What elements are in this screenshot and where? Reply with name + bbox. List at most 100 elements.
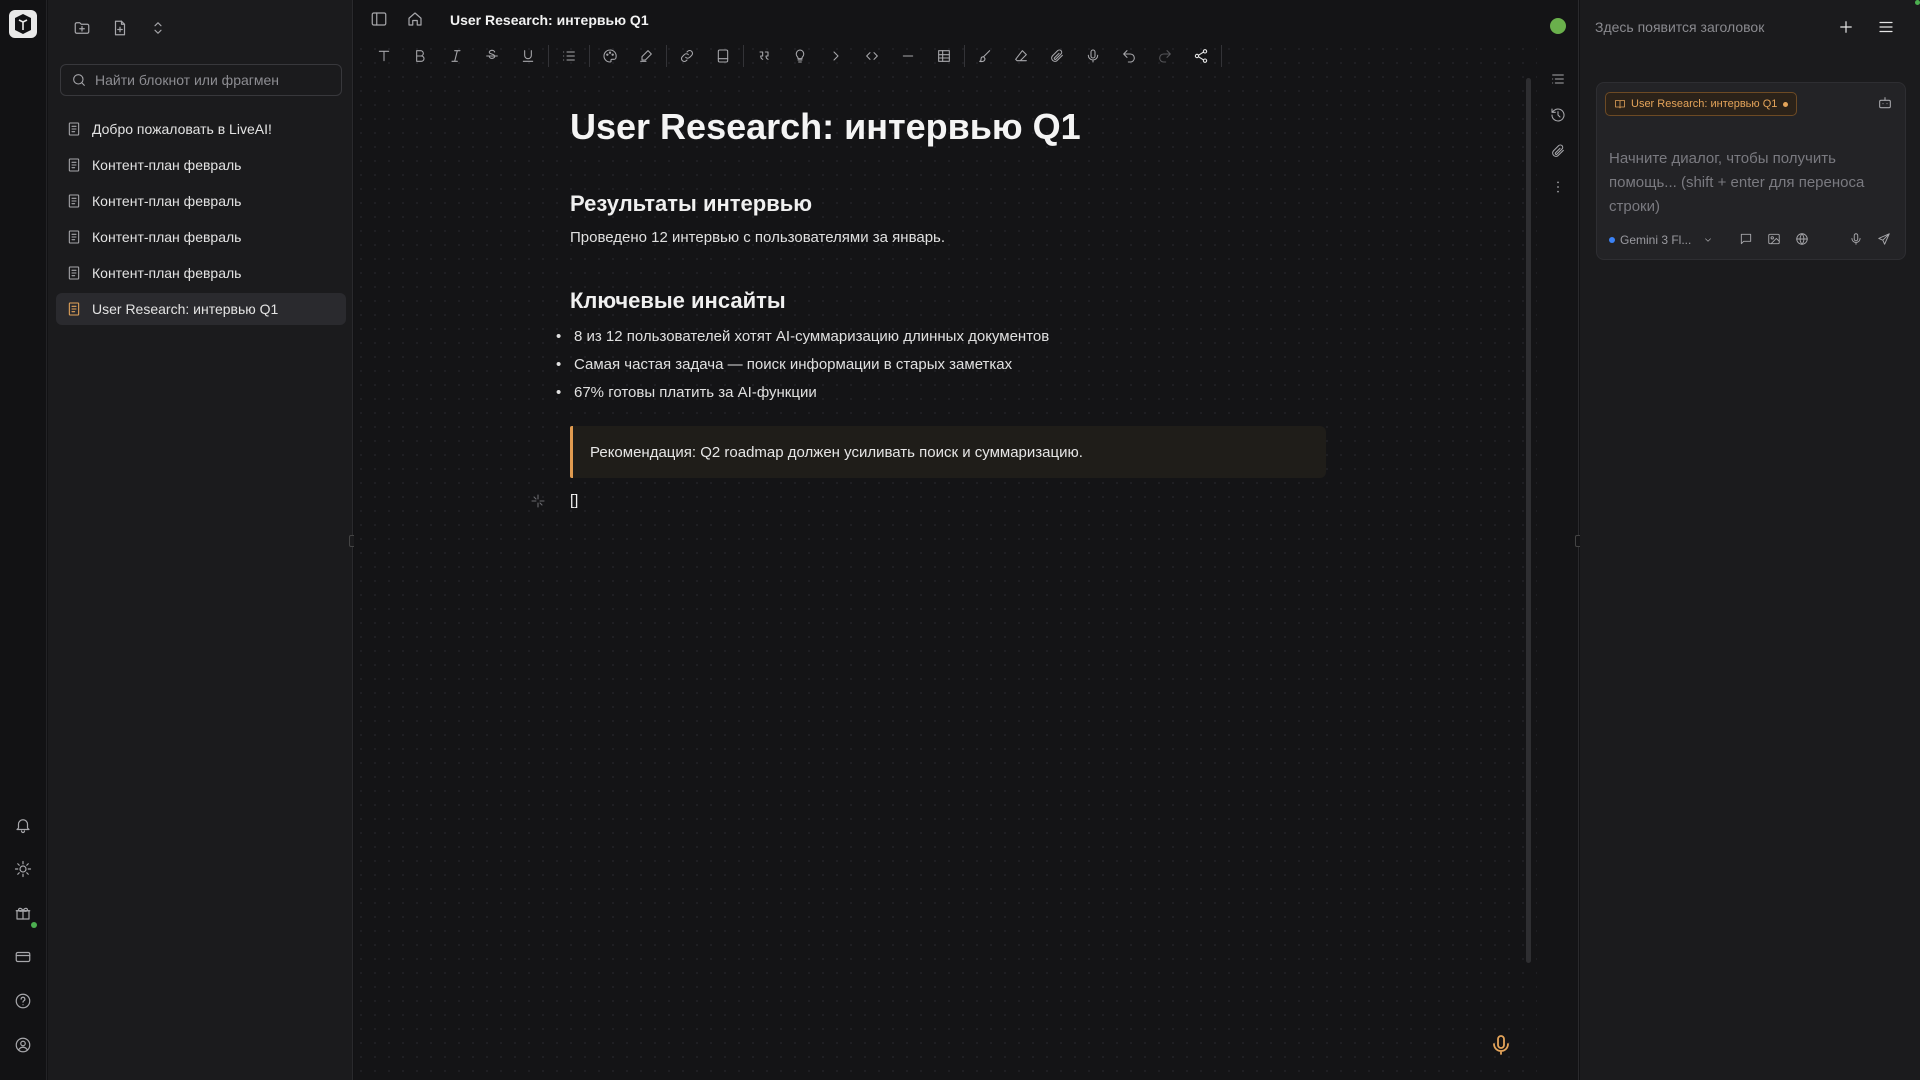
card-icon[interactable]	[11, 945, 35, 969]
send-icon[interactable]	[1873, 228, 1895, 250]
sun-icon[interactable]	[11, 857, 35, 881]
document-body[interactable]: User Research: интервью Q1 Результаты ин…	[531, 106, 1330, 509]
globe-icon[interactable]	[1791, 228, 1813, 250]
microphone-icon[interactable]	[1075, 44, 1111, 68]
redo-icon[interactable]	[1147, 44, 1183, 68]
share-icon[interactable]	[1183, 44, 1219, 68]
new-chat-icon[interactable]	[1837, 18, 1855, 36]
toolbar-divider	[1221, 45, 1222, 67]
model-label: Gemini 3 Fl...	[1620, 233, 1692, 247]
strikethrough-icon[interactable]	[474, 44, 510, 68]
chat-input[interactable]: Начните диалог, чтобы получить помощь...…	[1609, 147, 1894, 219]
editor-pane: User Research: интервью Q1 User Research…	[354, 0, 1537, 1080]
chat-title-placeholder: Здесь появится заголовок	[1595, 19, 1765, 35]
note-item[interactable]: Контент-план февраль	[56, 257, 346, 289]
undo-icon[interactable]	[1111, 44, 1147, 68]
status-indicator	[1550, 18, 1566, 34]
note-item[interactable]: Добро пожаловать в LiveAI!	[56, 113, 346, 145]
lightbulb-icon[interactable]	[782, 44, 818, 68]
table-icon[interactable]	[926, 44, 962, 68]
italic-icon[interactable]	[438, 44, 474, 68]
unsaved-dot	[1783, 101, 1789, 107]
tablet-icon[interactable]	[705, 44, 741, 68]
callout-block: Рекомендация: Q2 roadmap должен усиливат…	[570, 426, 1326, 478]
gift-icon[interactable]	[11, 901, 35, 925]
new-folder-icon[interactable]	[70, 16, 94, 40]
note-label: Контент-план февраль	[92, 229, 242, 245]
bold-icon[interactable]	[402, 44, 438, 68]
chevron-right-icon[interactable]	[818, 44, 854, 68]
image-icon[interactable]	[1763, 228, 1785, 250]
note-label: Контент-план февраль	[92, 265, 242, 281]
model-selector[interactable]: Gemini 3 Fl...	[1609, 229, 1713, 251]
search-icon	[73, 74, 85, 86]
menu-icon[interactable]	[1877, 18, 1895, 36]
chat-composer[interactable]: User Research: интервью Q1 Начните диало…	[1596, 82, 1906, 260]
attachments-icon[interactable]	[1546, 139, 1570, 163]
toolbar-divider	[964, 45, 965, 67]
notes-list: Добро пожаловать в LiveAI! Контент-план …	[56, 113, 346, 329]
section-heading: Ключевые инсайты	[570, 288, 786, 313]
note-icon	[68, 266, 80, 280]
account-icon[interactable]	[11, 1033, 35, 1057]
paragraph: Проведено 12 интервью с пользователями з…	[570, 229, 946, 246]
paperclip-icon[interactable]	[1039, 44, 1075, 68]
note-item[interactable]: Контент-план февраль	[56, 185, 346, 217]
link-icon[interactable]	[669, 44, 705, 68]
help-icon[interactable]	[11, 989, 35, 1013]
side-tools	[1537, 0, 1582, 1080]
note-icon	[68, 122, 80, 136]
toggle-sidebar-icon[interactable]	[370, 10, 388, 28]
app-rail	[0, 0, 47, 1080]
note-label: Контент-план февраль	[92, 193, 242, 209]
notes-search[interactable]	[60, 64, 342, 96]
new-note-icon[interactable]	[108, 16, 132, 40]
note-item[interactable]: Контент-план февраль	[56, 149, 346, 181]
ai-assistant-panel: Здесь появится заголовок User Research: …	[1580, 0, 1920, 1080]
quote-icon[interactable]	[746, 44, 782, 68]
highlight-icon[interactable]	[628, 44, 664, 68]
bullet-list-icon[interactable]	[551, 44, 587, 68]
editor-scrollbar[interactable]	[1526, 78, 1531, 963]
sparkle-icon[interactable]	[530, 493, 546, 509]
voice-input-icon[interactable]	[1489, 1033, 1513, 1057]
cursor-block[interactable]: []	[570, 492, 578, 509]
code-icon[interactable]	[854, 44, 890, 68]
toolbar-divider	[666, 45, 667, 67]
book-icon	[1615, 100, 1625, 109]
note-icon	[68, 230, 80, 244]
bot-icon[interactable]	[1877, 95, 1893, 111]
note-item[interactable]: Контент-план февраль	[56, 221, 346, 253]
note-label: User Research: интервью Q1	[92, 301, 279, 317]
model-dot	[1609, 237, 1615, 243]
palette-icon[interactable]	[592, 44, 628, 68]
context-chip-label: User Research: интервью Q1	[1631, 98, 1778, 110]
callout-text: Рекомендация: Q2 roadmap должен усиливат…	[590, 443, 1083, 461]
divider-icon[interactable]	[890, 44, 926, 68]
document-heading: User Research: интервью Q1	[570, 106, 1081, 147]
underline-icon[interactable]	[510, 44, 546, 68]
text-style-icon[interactable]	[366, 44, 402, 68]
note-item-active[interactable]: User Research: интервью Q1	[56, 293, 346, 325]
note-label: Добро пожаловать в LiveAI!	[92, 121, 272, 137]
outline-icon[interactable]	[1546, 67, 1570, 91]
bell-icon[interactable]	[11, 813, 35, 837]
sort-icon[interactable]	[146, 16, 170, 40]
more-options-icon[interactable]	[1546, 175, 1570, 199]
app-logo[interactable]	[9, 10, 37, 38]
brush-icon[interactable]	[967, 44, 1003, 68]
context-chip[interactable]: User Research: интервью Q1	[1605, 92, 1798, 116]
editor-header: User Research: интервью Q1	[354, 0, 1537, 40]
microphone-icon[interactable]	[1845, 228, 1867, 250]
message-icon[interactable]	[1735, 228, 1757, 250]
toolbar-divider	[548, 45, 549, 67]
note-icon	[68, 158, 80, 172]
history-icon[interactable]	[1546, 103, 1570, 127]
format-toolbar	[366, 44, 1224, 68]
search-input[interactable]	[95, 72, 325, 88]
home-icon[interactable]	[406, 10, 424, 28]
document-title: User Research: интервью Q1	[450, 12, 649, 28]
bullet-item: 67% готовы платить за AI-функции	[556, 383, 1330, 411]
eraser-icon[interactable]	[1003, 44, 1039, 68]
gift-notification-dot	[31, 922, 37, 928]
